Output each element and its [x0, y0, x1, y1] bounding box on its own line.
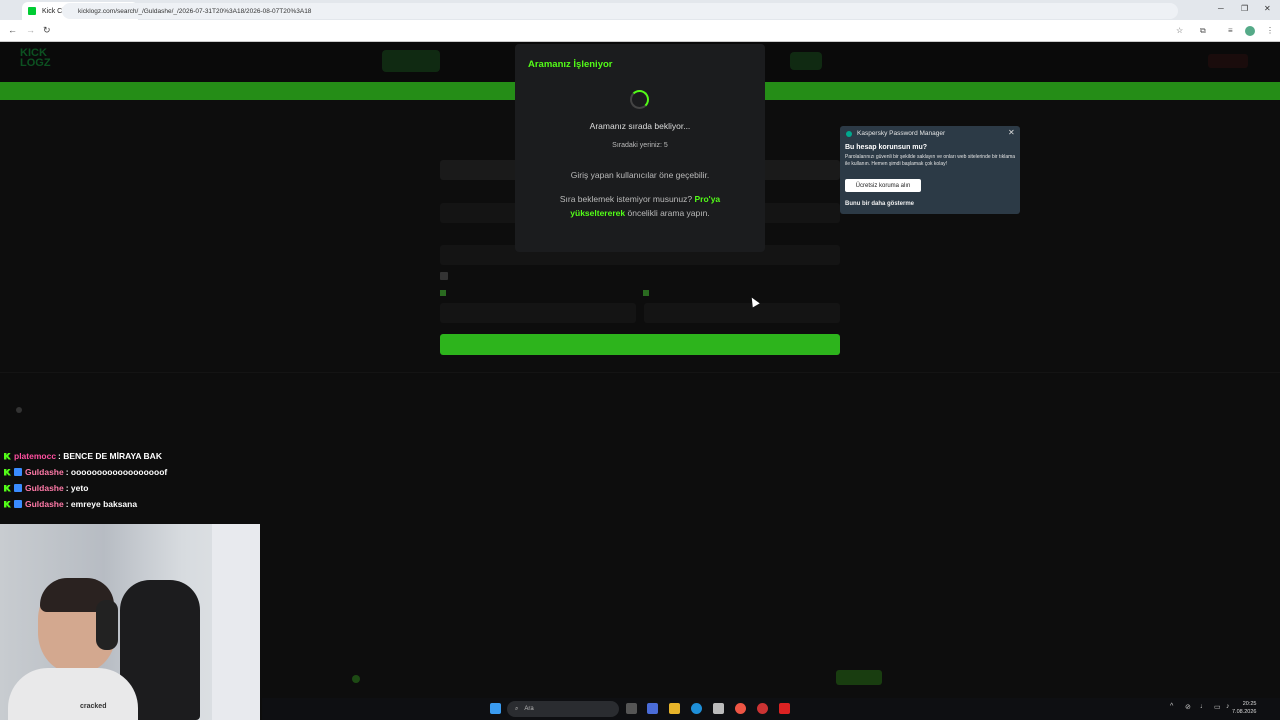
taskbar-search[interactable]: ⌕ Ara — [507, 701, 619, 717]
clock-time: 20:25 — [1242, 701, 1257, 707]
task-view-icon[interactable] — [626, 703, 637, 714]
search-button[interactable] — [440, 334, 840, 355]
kaspersky-title: Kaspersky Password Manager — [857, 130, 946, 137]
loading-spinner-icon — [630, 90, 649, 109]
kaspersky-never-show-link[interactable]: Bunu bir daha gösterme — [845, 201, 914, 207]
extensions-icon[interactable]: ⧉ — [1200, 26, 1206, 36]
obs-icon[interactable] — [757, 703, 768, 714]
maximize-icon[interactable]: ❐ — [1241, 4, 1248, 13]
chat-username: Guldashe — [25, 467, 64, 477]
taskbar-clock[interactable]: 20:25 7.08.2026 — [1232, 700, 1256, 716]
minimize-icon[interactable]: ─ — [1218, 4, 1224, 13]
kick-badge-icon — [4, 452, 11, 460]
upgrade-prompt: Sıra beklemek istemiyor musunuz? Pro'ya … — [515, 192, 765, 220]
edge-icon[interactable] — [691, 703, 702, 714]
headphone-icon — [96, 600, 118, 650]
search-icon: ⌕ — [515, 705, 519, 712]
chat-message: Guldashe : oooooooooooooooooof — [4, 467, 167, 477]
webcam-streamer-shirt — [8, 668, 138, 720]
start-date-input[interactable] — [440, 303, 636, 323]
url-text: kicklogz.com/search/_/Guldashe/_/2026-07… — [78, 7, 312, 15]
network-icon[interactable]: ⊘ — [1185, 703, 1191, 711]
chat-username: platemocc — [14, 451, 57, 461]
chat-message: Guldashe : emreye baksana — [4, 499, 137, 509]
copilot-icon[interactable] — [647, 703, 658, 714]
display-icon[interactable]: ▭ — [1214, 703, 1221, 711]
option-checkbox[interactable] — [440, 272, 448, 280]
chat-username: Guldashe — [25, 483, 64, 493]
site-logo[interactable]: KICK LOGZ — [20, 48, 51, 69]
chat-username: Guldashe — [25, 499, 64, 509]
clock-date: 7.08.2026 — [1232, 709, 1257, 715]
shirt-print: cracked — [80, 703, 107, 710]
kick-badge-icon — [4, 468, 11, 476]
start-date-icon — [440, 290, 446, 296]
chat-text: : oooooooooooooooooof — [65, 467, 168, 477]
app-icon[interactable] — [779, 703, 790, 714]
reload-icon[interactable]: ↻ — [43, 25, 51, 36]
kick-badge-icon — [4, 500, 11, 508]
chat-text: : emreye baksana — [65, 499, 138, 509]
media-icon[interactable]: ≡ — [1228, 26, 1233, 35]
back-icon[interactable]: ← — [8, 25, 17, 35]
volume-icon[interactable]: ♪ — [1226, 703, 1230, 710]
upgrade-prefix: Sıra beklemek istemiyor musunuz? — [559, 194, 693, 204]
profile-avatar[interactable] — [1245, 26, 1255, 36]
kick-badge-icon — [4, 484, 11, 492]
windows-start-icon[interactable] — [490, 703, 501, 714]
subscriber-badge-icon — [14, 468, 22, 476]
url-field[interactable]: kicklogz.com/search/_/Guldashe/_/2026-07… — [62, 3, 1178, 19]
chrome-icon[interactable] — [735, 703, 746, 714]
cookie-accept-button[interactable] — [836, 670, 882, 685]
divider — [0, 372, 1280, 373]
upgrade-suffix: öncelikli arama yapın. — [627, 208, 710, 218]
user-menu[interactable] — [1208, 54, 1248, 68]
mic-icon[interactable]: ♩ — [1200, 703, 1207, 710]
kaspersky-description: Parolalarınızı güvenli bir şekilde sakla… — [845, 154, 1016, 167]
cookie-icon — [352, 675, 360, 683]
store-icon[interactable] — [713, 703, 724, 714]
nav-chat-search[interactable] — [382, 50, 440, 72]
close-window-icon[interactable]: ✕ — [1264, 4, 1271, 13]
chat-text: : BENCE DE MİRAYA BAK — [58, 451, 162, 461]
end-date-input[interactable] — [644, 303, 840, 323]
queue-position-text: Sıradaki yeriniz: 5 — [612, 142, 668, 149]
kick-favicon-icon — [28, 7, 36, 15]
queue-status-text: Aramanız sırada bekliyor... — [589, 121, 691, 131]
taskbar-search-placeholder: Ara — [524, 706, 534, 712]
kaspersky-close-icon[interactable]: ✕ — [1008, 128, 1015, 137]
chat-message: Guldashe : yeto — [4, 483, 88, 493]
webcam-door — [212, 524, 260, 720]
file-explorer-icon[interactable] — [669, 703, 680, 714]
login-priority-note: Giriş yapan kullanıcılar öne geçebilir. — [570, 170, 710, 180]
menu-icon[interactable]: ⋮ — [1266, 26, 1274, 35]
bookmark-star-icon[interactable]: ☆ — [1176, 26, 1183, 35]
kaspersky-protect-button[interactable]: Ücretsiz koruma alın — [845, 179, 921, 192]
chat-message: platemocc : BENCE DE MİRAYA BAK — [4, 451, 162, 461]
tray-overflow-icon[interactable]: ^ — [1170, 703, 1173, 710]
chat-text: : yeto — [65, 483, 89, 493]
address-bar — [0, 20, 1280, 42]
windows-taskbar — [262, 698, 1280, 720]
modal-title: Aramanız İşleniyor — [528, 59, 613, 70]
kaspersky-logo-icon — [846, 131, 852, 137]
subscriber-badge-icon — [14, 500, 22, 508]
end-date-icon — [643, 290, 649, 296]
status-dot-icon — [16, 407, 22, 413]
nav-pro-button[interactable] — [790, 52, 822, 70]
forward-icon[interactable]: → — [26, 25, 35, 35]
subscriber-badge-icon — [14, 484, 22, 492]
kaspersky-question: Bu hesap korunsun mu? — [845, 144, 928, 151]
